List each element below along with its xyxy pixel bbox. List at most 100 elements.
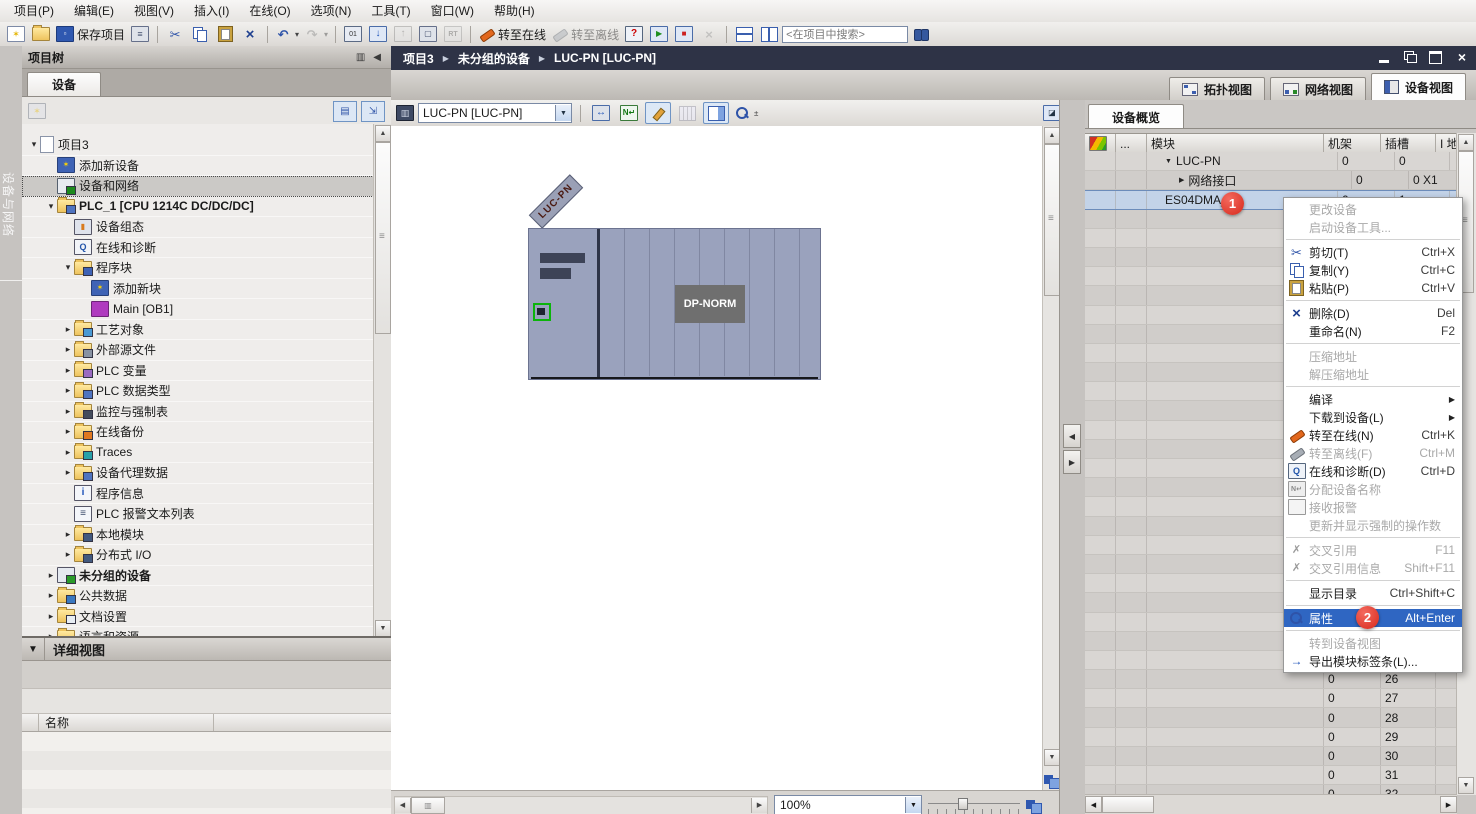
grid-toggle[interactable]	[675, 103, 699, 123]
expander-icon[interactable]: ▸	[62, 426, 74, 437]
zoom-slider-knob[interactable]	[958, 798, 968, 810]
canvas-vscrollbar[interactable]: ▲ ▼	[1042, 126, 1060, 790]
detail-name-column[interactable]: 名称	[39, 714, 214, 731]
menu-item-plain[interactable]: 转到设备视图	[1284, 634, 1462, 652]
project-library-button[interactable]	[909, 24, 933, 44]
ethernet-port-icon[interactable]	[533, 303, 551, 321]
expander-icon[interactable]: ▸	[62, 549, 74, 560]
menubar-item[interactable]: 编辑(E)	[64, 1, 124, 22]
start-sim-button[interactable]: ▢	[416, 24, 440, 44]
module-column-header[interactable]: 模块	[1147, 134, 1324, 153]
delete-button[interactable]: ×	[238, 24, 262, 44]
tree-item[interactable]: Q在线和诊断	[22, 238, 374, 259]
go-online-button[interactable]: 转至在线	[476, 24, 548, 44]
dots-column-header[interactable]: ...	[1116, 134, 1147, 153]
tab-network-view[interactable]: 网络视图	[1270, 77, 1366, 101]
menu-item-plain[interactable]: 下载到设备(L)▶	[1284, 408, 1462, 426]
tree-sort-button[interactable]: ⇲	[361, 101, 385, 122]
edit-mode-toggle[interactable]	[645, 102, 671, 124]
split-vertical-button[interactable]	[757, 24, 781, 44]
menu-item-plain[interactable]: 重命名(N)F2	[1284, 322, 1462, 340]
menubar-item[interactable]: 项目(P)	[4, 1, 64, 22]
expander-icon[interactable]: ▸	[62, 385, 74, 396]
expander-icon[interactable]: ▾	[28, 139, 40, 150]
search-input[interactable]	[782, 26, 908, 43]
zoom-slider[interactable]	[928, 796, 1020, 814]
iaddress-column-header[interactable]: I 地址	[1436, 134, 1457, 153]
tab-devices[interactable]: 设备	[27, 72, 101, 96]
menubar-item[interactable]: 插入(I)	[184, 1, 239, 22]
canvas-hscrollbar-thumb[interactable]: ▥	[411, 797, 445, 814]
menu-item-plain[interactable]: 更新并显示强制的操作数	[1284, 516, 1462, 534]
expander-icon[interactable]: ▸	[62, 467, 74, 478]
menu-item-plain[interactable]: 更改设备	[1284, 200, 1462, 218]
menu-item-diagnostics-menu[interactable]: Q在线和诊断(D)Ctrl+D	[1284, 462, 1462, 480]
compile-button[interactable]: 01	[341, 24, 365, 44]
chevron-down-icon[interactable]: ▼	[555, 105, 571, 121]
tree-item[interactable]: ▸设备代理数据	[22, 463, 374, 484]
tree-item[interactable]: ✶添加新块	[22, 279, 374, 300]
menubar-item[interactable]: 窗口(W)	[421, 1, 484, 22]
chevron-down-icon[interactable]: ▾	[295, 30, 299, 39]
menu-item-go-online[interactable]: 转至在线(N)Ctrl+K	[1284, 426, 1462, 444]
expander-icon[interactable]: ▸	[62, 324, 74, 335]
scroll-right-icon[interactable]: ▶	[1440, 796, 1457, 813]
tree-item[interactable]: ▸本地模块	[22, 525, 374, 546]
tree-item[interactable]: ▾PLC_1 [CPU 1214C DC/DC/DC]	[22, 197, 374, 218]
stop-cpu-button[interactable]: ■	[672, 24, 696, 44]
upload-button[interactable]: ↑	[391, 24, 415, 44]
scroll-down-icon[interactable]: ▼	[1044, 749, 1060, 766]
tree-scrollbar[interactable]: ▲ ▼	[373, 124, 391, 638]
breadcrumb-item[interactable]: LUC-PN [LUC-PN]	[554, 51, 656, 65]
tree-item[interactable]: 设备和网络	[22, 176, 374, 197]
tree-item[interactable]: ✶添加新设备	[22, 156, 374, 177]
zoom-button[interactable]: ±	[733, 103, 760, 123]
rack-column-header[interactable]: 机架	[1324, 134, 1381, 153]
start-cpu-button[interactable]: ▶	[647, 24, 671, 44]
save-project-button[interactable]: ▫保存项目	[54, 24, 127, 44]
tree-item[interactable]: ▸在线备份	[22, 422, 374, 443]
expander-icon[interactable]: ▸	[45, 590, 57, 601]
device-select[interactable]: LUC-PN [LUC-PN] ▼	[418, 103, 572, 123]
tree-item[interactable]: ▸Traces	[22, 443, 374, 464]
tree-item[interactable]: ▸PLC 变量	[22, 361, 374, 382]
device-module[interactable]: DP-NORM	[528, 228, 821, 380]
add-device-icon[interactable]: ✶	[28, 103, 46, 119]
breadcrumb-item[interactable]: 项目3	[403, 50, 434, 67]
menu-item-assign-name[interactable]: N↵分配设备名称	[1284, 480, 1462, 498]
tree-item[interactable]: ▸文档设置	[22, 607, 374, 628]
scroll-down-icon[interactable]: ▼	[1458, 777, 1474, 794]
new-project-button[interactable]: ✶	[4, 24, 28, 44]
tree-item[interactable]: ≡PLC 报警文本列表	[22, 504, 374, 525]
zoom-level-select[interactable]: 100% ▼	[774, 795, 922, 814]
menu-item-delete[interactable]: ×删除(D)Del	[1284, 304, 1462, 322]
tree-item[interactable]: ▾程序块	[22, 258, 374, 279]
canvas-vscrollbar-thumb[interactable]	[1044, 144, 1060, 296]
status-column-header[interactable]	[1085, 134, 1116, 153]
tab-device-view[interactable]: 设备视图	[1371, 73, 1466, 101]
expander-icon[interactable]: ▾	[62, 262, 74, 273]
undo-button[interactable]: ↶▾	[273, 24, 301, 44]
menubar-item[interactable]: 选项(N)	[301, 1, 362, 22]
scroll-right-icon[interactable]: ▶	[751, 798, 767, 813]
tree-item[interactable]: ▸监控与强制表	[22, 402, 374, 423]
menu-item-go-offline[interactable]: 转至离线(F)Ctrl+M	[1284, 444, 1462, 462]
print-button[interactable]: ≡	[128, 24, 152, 44]
minimize-icon[interactable]	[1376, 50, 1392, 64]
table-row[interactable]: 027	[1085, 689, 1457, 708]
expander-icon[interactable]: ▸	[62, 344, 74, 355]
redo-button[interactable]: ↷▾	[302, 24, 330, 44]
panel-columns-icon[interactable]: ▥	[352, 52, 369, 63]
tree-item[interactable]: i程序信息	[22, 484, 374, 505]
tab-topology-view[interactable]: 拓扑视图	[1169, 77, 1265, 101]
expander-icon[interactable]: ▸	[62, 406, 74, 417]
open-project-button[interactable]	[29, 24, 53, 44]
table-row[interactable]: 029	[1085, 728, 1457, 747]
expander-icon[interactable]: ▸	[45, 570, 57, 581]
close-icon[interactable]: ×	[1454, 50, 1470, 64]
table-row[interactable]: 028	[1085, 708, 1457, 727]
assign-device-name-button[interactable]: N↵	[617, 103, 641, 123]
expander-icon[interactable]: ▶	[1179, 176, 1184, 184]
runtime-button[interactable]: RT	[441, 24, 465, 44]
scroll-left-icon[interactable]: ◀	[395, 798, 411, 813]
